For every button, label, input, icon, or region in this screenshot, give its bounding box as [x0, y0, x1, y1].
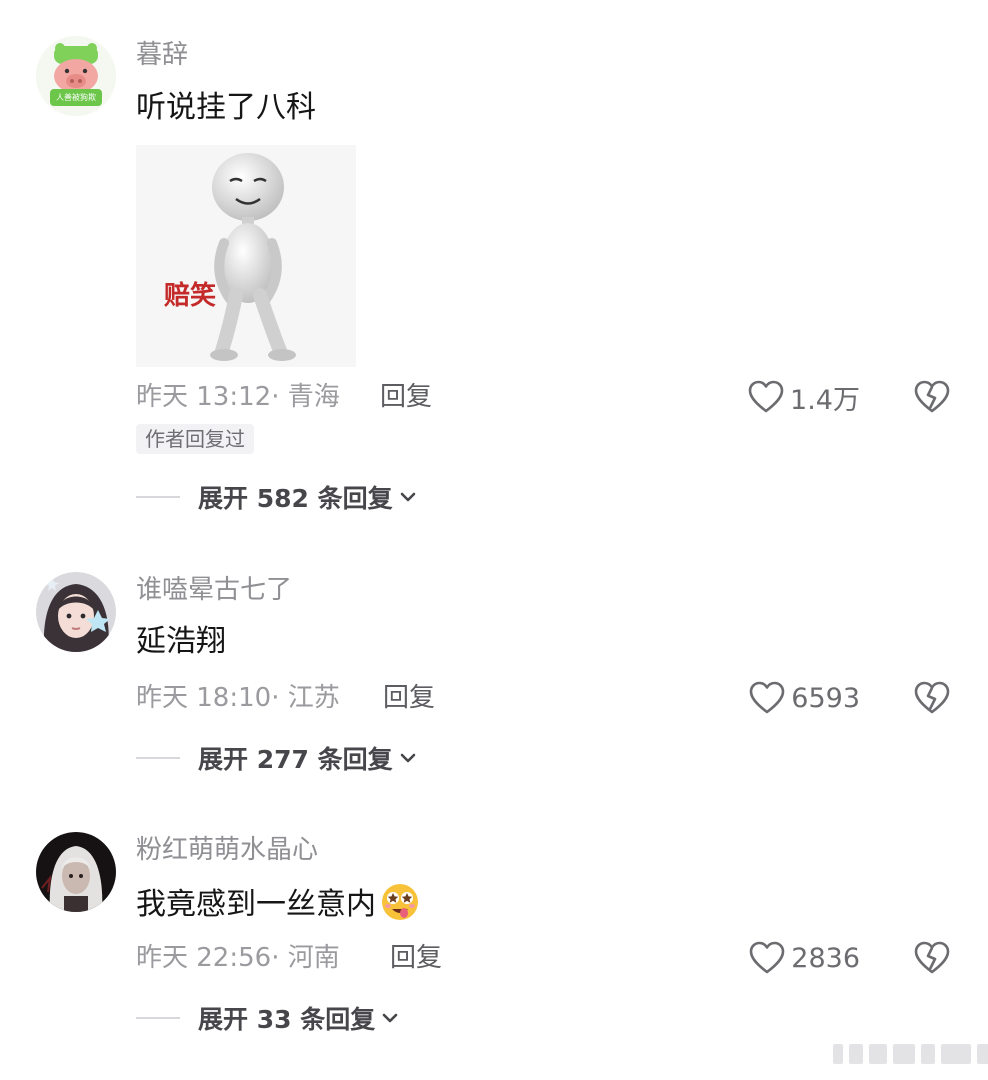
reply-button[interactable]: 回复 — [390, 941, 442, 975]
chevron-down-icon — [382, 1013, 398, 1023]
avatar[interactable]: 人善被狗欺 — [36, 36, 116, 116]
avatar[interactable] — [36, 832, 116, 912]
like-button[interactable]: 2836 — [749, 941, 860, 975]
author-replied-badge: 作者回复过 — [136, 424, 254, 454]
like-count: 6593 — [791, 682, 860, 714]
comment-item: 粉红萌萌水晶心 我竟感到一丝意内 昨天 22:56· 河南 回复 2836 展开… — [0, 820, 988, 1060]
heart-outline-icon — [749, 681, 785, 714]
reply-button[interactable]: 回复 — [383, 681, 435, 715]
expand-replies-label: 展开 277 条回复 — [198, 745, 393, 774]
broken-heart-icon[interactable] — [914, 380, 950, 414]
dark-portrait-avatar-image — [36, 832, 116, 912]
expand-replies-button[interactable]: 展开 582 条回复 — [136, 480, 417, 514]
username[interactable]: 暮辞 — [136, 38, 188, 72]
broken-heart-icon[interactable] — [914, 681, 950, 715]
expand-replies-button[interactable]: 展开 277 条回复 — [136, 741, 417, 775]
chevron-down-icon — [400, 753, 415, 763]
comment-item: 谁嗑晕古七了 延浩翔 昨天 18:10· 江苏 回复 6593 展开 277 条… — [0, 560, 988, 800]
comment-meta: 昨天 13:12· 青海 — [136, 382, 340, 412]
comment-text: 延浩翔 — [136, 624, 226, 659]
expand-replies-label: 展开 582 条回复 — [198, 484, 393, 513]
avatar-caption: 人善被狗欺 — [56, 93, 96, 102]
divider — [136, 757, 180, 759]
girl-avatar-image — [36, 572, 116, 652]
comment-text: 我竟感到一丝意内 — [136, 882, 420, 925]
drooling-star-eyes-emoji — [382, 884, 418, 920]
like-count: 2836 — [791, 942, 860, 974]
divider — [136, 496, 180, 498]
sticker-image[interactable]: 赔笑 — [136, 145, 356, 367]
reply-button[interactable]: 回复 — [380, 380, 432, 414]
broken-heart-icon[interactable] — [914, 941, 950, 975]
sticker-caption: 赔笑 — [164, 281, 217, 311]
username[interactable]: 粉红萌萌水晶心 — [136, 833, 318, 867]
username[interactable]: 谁嗑晕古七了 — [136, 573, 292, 607]
like-count: 1.4万 — [790, 384, 860, 416]
comment-text-content: 我竟感到一丝意内 — [136, 887, 376, 922]
avatar[interactable] — [36, 572, 116, 652]
watermark-bars — [833, 1044, 988, 1064]
heart-outline-icon — [749, 941, 785, 974]
comment-meta: 昨天 18:10· 江苏 — [136, 683, 340, 713]
comment-item: 人善被狗欺 暮辞 听说挂了八科 赔笑 昨天 13:12· 青海 回复 1.4万 … — [0, 0, 988, 540]
expand-replies-label: 展开 33 条回复 — [198, 1005, 376, 1034]
comment-meta: 昨天 22:56· 河南 — [136, 943, 340, 973]
comment-text: 听说挂了八科 — [136, 90, 316, 125]
heart-outline-icon — [748, 380, 784, 413]
like-button[interactable]: 6593 — [749, 681, 860, 715]
divider — [136, 1017, 180, 1019]
expand-replies-button[interactable]: 展开 33 条回复 — [136, 1001, 399, 1035]
like-button[interactable]: 1.4万 — [748, 380, 860, 416]
chevron-down-icon — [400, 492, 415, 502]
pig-avatar-image — [36, 36, 116, 116]
smiling-figure-sticker — [210, 153, 296, 361]
